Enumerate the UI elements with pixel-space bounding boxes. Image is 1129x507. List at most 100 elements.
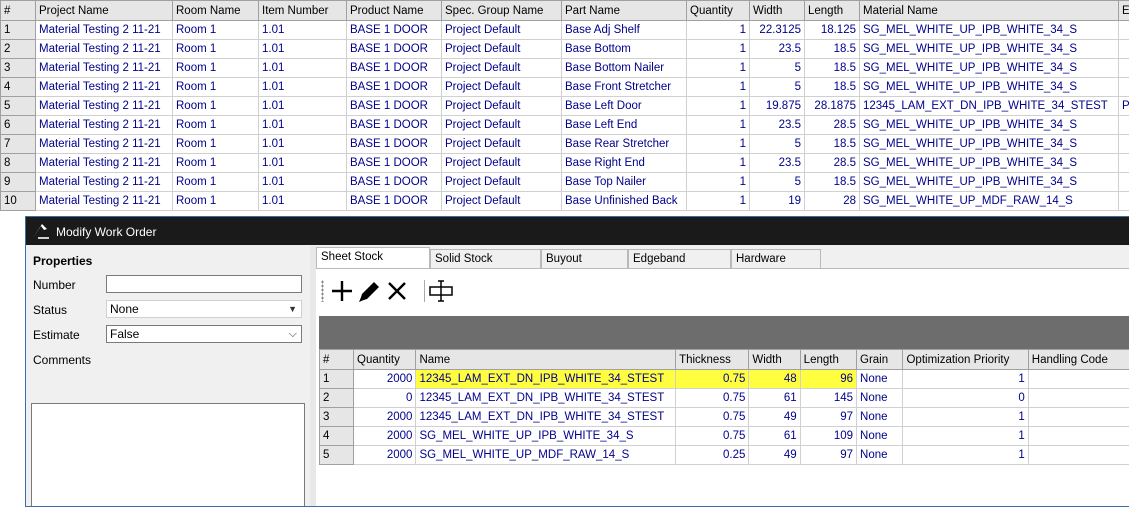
table-cell[interactable]: 1.01 <box>259 135 347 154</box>
tab-solid-stock-materials[interactable]: Solid Stock Materials <box>430 249 541 268</box>
table-cell[interactable]: 0.75 <box>676 389 749 408</box>
table-cell[interactable] <box>1119 59 1129 78</box>
toolbar-grip[interactable] <box>321 280 324 302</box>
table-cell[interactable]: BASE 1 DOOR <box>347 135 442 154</box>
table-cell[interactable]: 5 <box>750 135 805 154</box>
table-cell[interactable]: Material Testing 2 11-21 <box>36 40 173 59</box>
row-number-cell[interactable]: 3 <box>1 59 36 78</box>
table-cell[interactable]: 48 <box>749 370 800 389</box>
table-cell[interactable]: 1 <box>687 59 750 78</box>
table-cell[interactable]: SG_MEL_WHITE_UP_MDF_RAW_14_S <box>860 192 1119 211</box>
table-cell[interactable]: 1 <box>687 21 750 40</box>
table-row[interactable]: 2012345_LAM_EXT_DN_IPB_WHITE_34_STEST0.7… <box>320 389 1129 408</box>
dropdown-arrow-icon[interactable]: ▼ <box>288 301 297 317</box>
row-number-cell[interactable]: 4 <box>1 78 36 97</box>
table-cell[interactable]: 1 <box>903 427 1028 446</box>
table-cell[interactable]: Material Testing 2 11-21 <box>36 173 173 192</box>
tab-edgeband-materials[interactable]: Edgeband Materials <box>628 249 731 268</box>
table-cell[interactable]: 109 <box>800 427 856 446</box>
table-cell[interactable]: 1 <box>687 192 750 211</box>
status-select[interactable]: None ▼ <box>106 300 302 318</box>
table-cell[interactable]: 28 <box>805 192 860 211</box>
row-number-cell[interactable]: 9 <box>1 173 36 192</box>
row-number-cell[interactable]: 10 <box>1 192 36 211</box>
table-cell[interactable]: 2000 <box>354 446 416 465</box>
parts-col-header[interactable]: Part Name <box>562 1 687 21</box>
table-cell[interactable] <box>1028 427 1129 446</box>
row-number-cell[interactable]: 1 <box>1 21 36 40</box>
table-cell[interactable]: None <box>857 370 903 389</box>
parts-col-header[interactable]: Room Name <box>173 1 259 21</box>
group-by-bar[interactable] <box>319 316 1129 349</box>
table-cell[interactable]: Project Default <box>442 154 562 173</box>
table-row[interactable]: 7Material Testing 2 11-21Room 11.01BASE … <box>1 135 1129 154</box>
table-cell[interactable]: 1 <box>687 135 750 154</box>
estimate-select[interactable]: False ⌵ <box>106 325 302 343</box>
table-cell[interactable]: 49 <box>749 446 800 465</box>
row-number-cell[interactable]: 3 <box>320 408 354 427</box>
table-cell[interactable]: None <box>857 389 903 408</box>
parts-col-header[interactable]: Product Name <box>347 1 442 21</box>
table-cell[interactable]: Project Default <box>442 173 562 192</box>
parts-col-header[interactable]: Spec. Group Name <box>442 1 562 21</box>
table-cell[interactable]: 97 <box>800 408 856 427</box>
table-row[interactable]: 42000SG_MEL_WHITE_UP_IPB_WHITE_34_S0.756… <box>320 427 1129 446</box>
number-field[interactable] <box>106 275 302 293</box>
table-cell[interactable]: Room 1 <box>173 154 259 173</box>
table-cell[interactable]: None <box>857 408 903 427</box>
table-cell[interactable] <box>1119 173 1129 192</box>
table-cell[interactable]: 0.75 <box>676 408 749 427</box>
table-cell[interactable] <box>1119 154 1129 173</box>
table-cell[interactable]: Project Default <box>442 59 562 78</box>
table-cell[interactable]: SG_MEL_WHITE_UP_IPB_WHITE_34_S <box>860 59 1119 78</box>
table-cell[interactable]: BASE 1 DOOR <box>347 154 442 173</box>
table-cell[interactable]: None <box>857 427 903 446</box>
table-row[interactable]: 52000SG_MEL_WHITE_UP_MDF_RAW_14_S0.25499… <box>320 446 1129 465</box>
table-cell[interactable]: BASE 1 DOOR <box>347 173 442 192</box>
table-cell[interactable]: 1.01 <box>259 21 347 40</box>
row-number-cell[interactable]: 5 <box>1 97 36 116</box>
table-cell[interactable]: 0.75 <box>676 427 749 446</box>
table-cell[interactable]: Base Top Nailer <box>562 173 687 192</box>
table-cell[interactable]: Project Default <box>442 97 562 116</box>
table-cell[interactable]: 1 <box>687 173 750 192</box>
table-cell[interactable]: Base Left Door <box>562 97 687 116</box>
table-cell[interactable]: 12345_LAM_EXT_DN_IPB_WHITE_34_STEST <box>416 389 676 408</box>
table-cell[interactable]: 23.5 <box>750 154 805 173</box>
dialog-title-bar[interactable]: Modify Work Order <box>26 217 1129 245</box>
table-cell[interactable]: None <box>857 446 903 465</box>
table-cell[interactable]: 18.5 <box>805 173 860 192</box>
table-cell[interactable]: Material Testing 2 11-21 <box>36 192 173 211</box>
table-cell[interactable] <box>1119 21 1129 40</box>
table-cell[interactable]: 23.5 <box>750 116 805 135</box>
parts-col-header[interactable]: Length <box>805 1 860 21</box>
table-cell[interactable]: 1.01 <box>259 154 347 173</box>
table-row[interactable]: 9Material Testing 2 11-21Room 11.01BASE … <box>1 173 1129 192</box>
table-cell[interactable]: SG_MEL_WHITE_UP_IPB_WHITE_34_S <box>860 154 1119 173</box>
row-number-cell[interactable]: 2 <box>1 40 36 59</box>
parts-col-header[interactable]: Quantity <box>687 1 750 21</box>
table-cell[interactable]: 0.25 <box>676 446 749 465</box>
table-cell[interactable]: 61 <box>749 389 800 408</box>
table-row[interactable]: 4Material Testing 2 11-21Room 11.01BASE … <box>1 78 1129 97</box>
chevron-down-icon[interactable]: ⌵ <box>289 326 297 342</box>
table-cell[interactable]: 18.5 <box>805 40 860 59</box>
table-cell[interactable]: 0 <box>354 389 416 408</box>
table-cell[interactable]: 1.01 <box>259 59 347 78</box>
column-chooser-icon[interactable] <box>428 277 454 305</box>
table-cell[interactable]: 5 <box>750 173 805 192</box>
table-cell[interactable]: P <box>1119 97 1129 116</box>
table-cell[interactable]: 2000 <box>354 408 416 427</box>
table-cell[interactable]: Base Adj Shelf <box>562 21 687 40</box>
row-number-cell[interactable]: 7 <box>1 135 36 154</box>
table-cell[interactable]: Project Default <box>442 78 562 97</box>
table-cell[interactable]: 0.75 <box>676 370 749 389</box>
tab-buyout-materials[interactable]: Buyout Materials <box>541 249 628 268</box>
pencil-icon[interactable] <box>356 277 382 305</box>
table-cell[interactable]: SG_MEL_WHITE_UP_IPB_WHITE_34_S <box>860 135 1119 154</box>
table-cell[interactable]: BASE 1 DOOR <box>347 40 442 59</box>
table-cell[interactable]: Room 1 <box>173 97 259 116</box>
tab-hardware-items[interactable]: Hardware Items <box>731 249 821 268</box>
materials-col-header[interactable]: Length <box>800 350 856 370</box>
table-cell[interactable]: 0 <box>903 389 1028 408</box>
